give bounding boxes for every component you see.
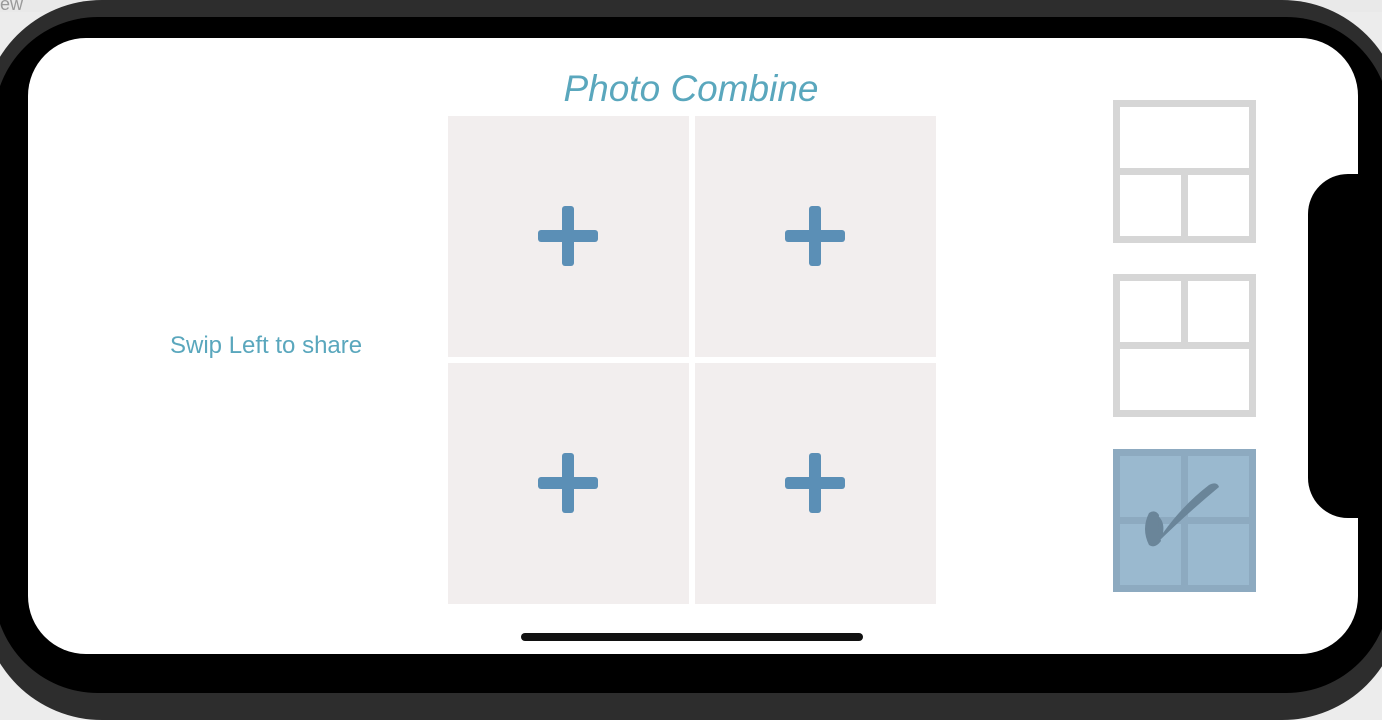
photo-slot-top-right[interactable]	[695, 116, 936, 357]
photo-slot-bottom-right[interactable]	[695, 363, 936, 604]
layout-option-one-top-two-bottom[interactable]	[1113, 100, 1256, 243]
plus-icon	[785, 206, 845, 266]
plus-icon	[538, 453, 598, 513]
home-indicator[interactable]	[521, 633, 863, 641]
layout-one-top-two-bottom-icon	[1113, 100, 1256, 243]
layout-option-two-top-one-bottom[interactable]	[1113, 274, 1256, 417]
photo-slot-top-left[interactable]	[448, 116, 689, 357]
layout-two-top-one-bottom-icon	[1113, 274, 1256, 417]
plus-icon	[785, 453, 845, 513]
photo-slot-bottom-left[interactable]	[448, 363, 689, 604]
device-notch	[1308, 174, 1382, 518]
plus-icon	[538, 206, 598, 266]
swipe-hint-label: Swip Left to share	[170, 332, 363, 359]
background-window-text: ew	[0, 0, 24, 14]
layout-two-by-two-icon	[1113, 449, 1256, 592]
layout-option-two-by-two[interactable]	[1113, 449, 1256, 592]
